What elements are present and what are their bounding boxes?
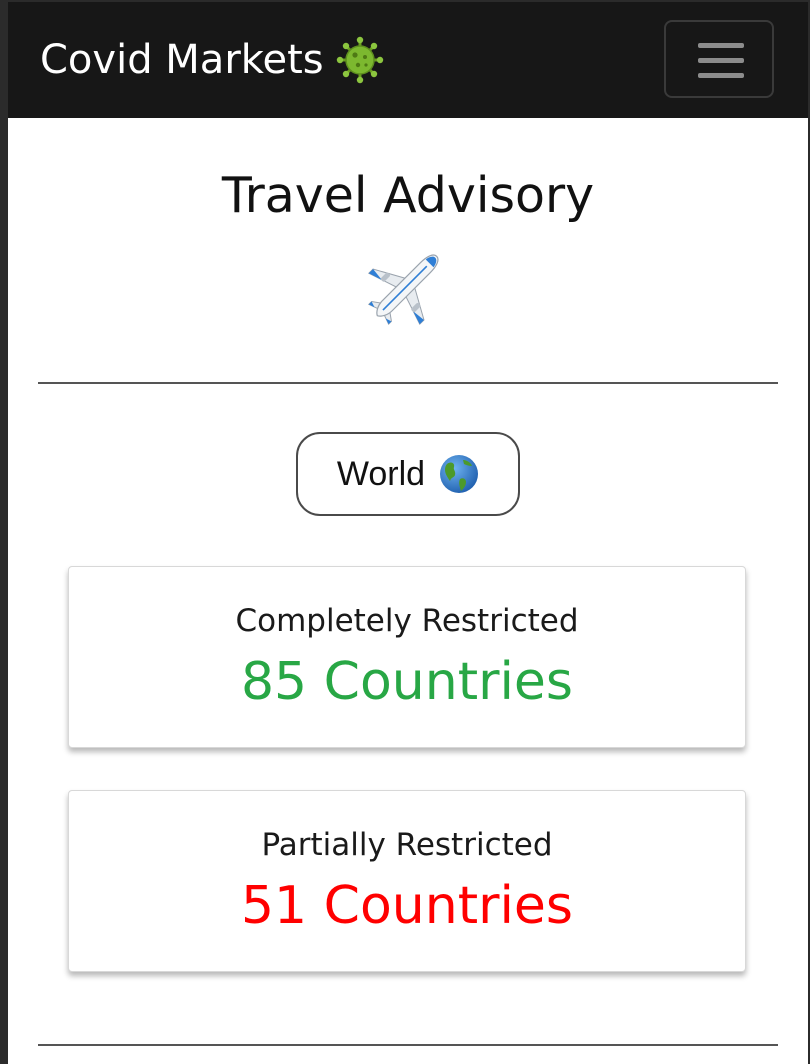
- card-label: Partially Restricted: [261, 827, 553, 863]
- card-value: 85 Countries: [240, 652, 574, 712]
- brand-link[interactable]: Covid Markets: [40, 36, 384, 84]
- app-frame: Covid Markets Travel Advisory World Comp…: [0, 0, 810, 1064]
- hamburger-menu-icon-bar: [698, 58, 744, 63]
- region-select-button[interactable]: World: [296, 432, 520, 516]
- completely-restricted-card: Completely Restricted 85 Countries: [68, 566, 746, 748]
- page-title: Travel Advisory: [221, 167, 595, 224]
- card-value: 51 Countries: [240, 876, 574, 936]
- globe-icon: [439, 454, 479, 494]
- hamburger-menu-button[interactable]: [664, 20, 774, 98]
- navbar: Covid Markets: [8, 0, 808, 118]
- virus-icon: [336, 36, 384, 84]
- section-divider: [38, 1044, 778, 1046]
- airplane-icon: [361, 240, 453, 332]
- hamburger-menu-icon-bar: [698, 73, 744, 78]
- region-button-label: World: [336, 454, 426, 493]
- hamburger-menu-icon: [698, 43, 744, 48]
- brand-name: Covid Markets: [40, 37, 324, 83]
- section-divider: [38, 382, 778, 384]
- partially-restricted-card: Partially Restricted 51 Countries: [68, 790, 746, 972]
- card-label: Completely Restricted: [235, 603, 579, 639]
